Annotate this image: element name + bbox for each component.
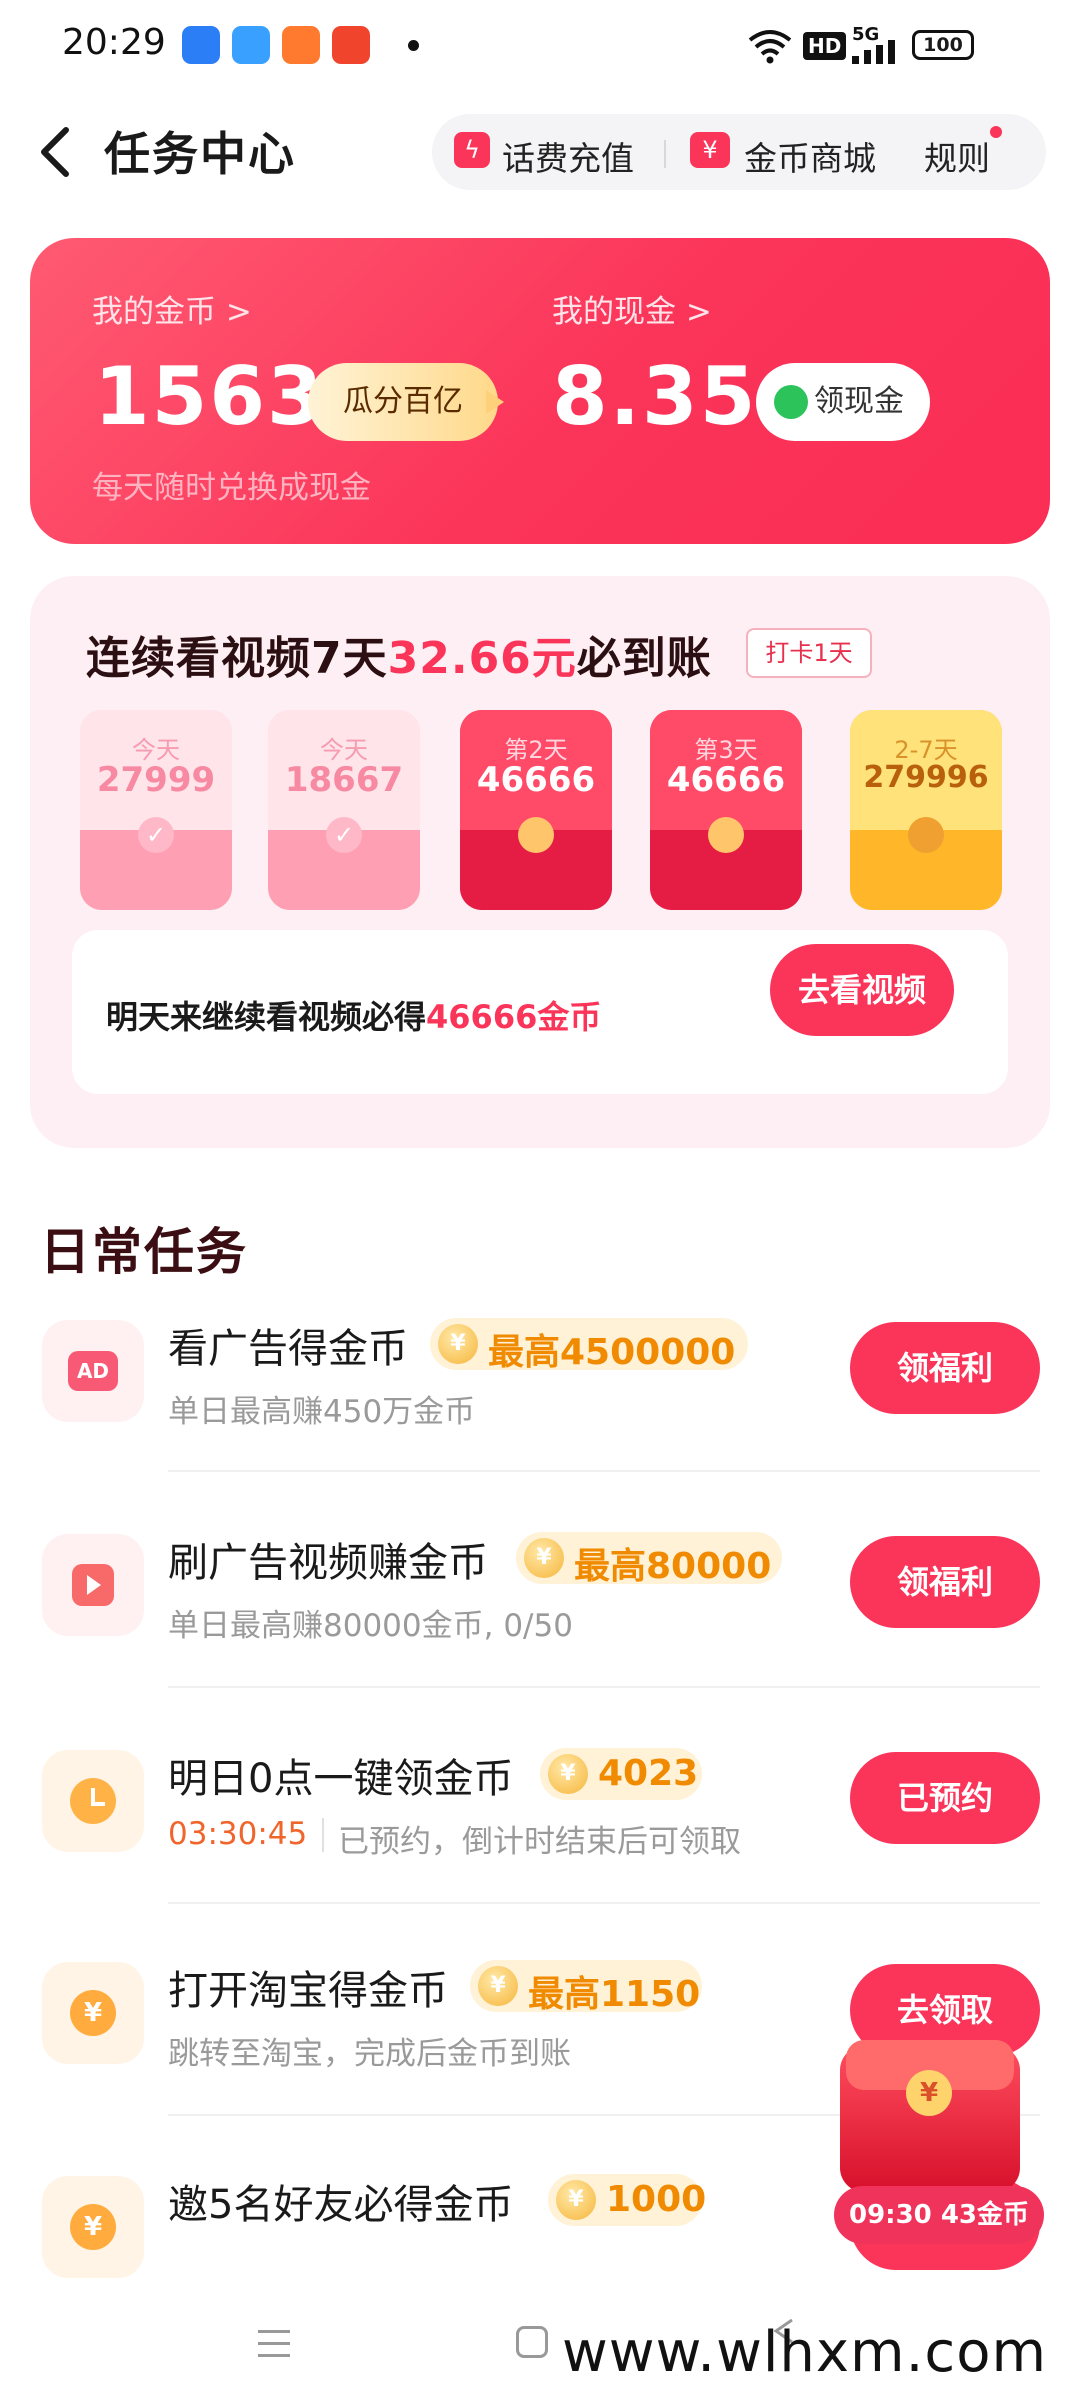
divider <box>168 1686 1040 1688</box>
coin-icon: ¥ <box>524 1538 564 1578</box>
reward-badge: ¥ 最高4500000 <box>430 1318 748 1373</box>
envelope-value: 46666 <box>666 760 786 800</box>
wifi-icon <box>748 30 792 64</box>
streak-title: 连续看视频7天32.66元必到账 <box>86 622 712 686</box>
reward-value: 1000 <box>606 2179 707 2220</box>
coin-icon: ¥ <box>478 1966 518 2006</box>
task-desc: 跳转至淘宝，完成后金币到账 <box>168 2036 571 2072</box>
divider <box>664 140 666 168</box>
ad-icon: AD <box>42 1320 144 1422</box>
withdraw-cash-label: 领现金 <box>814 384 904 419</box>
cash-value: 8.35 <box>552 350 758 443</box>
streak-tip: 明天来继续看视频必得46666金币 <box>106 992 601 1038</box>
reward-value: 4023 <box>598 1753 699 1794</box>
notification-dot-icon <box>408 40 419 51</box>
home-icon[interactable] <box>516 2326 548 2358</box>
coin-mall-link[interactable]: 金币商城 <box>744 132 876 180</box>
lock-icon <box>908 817 944 853</box>
daily-tasks-title: 日常任务 <box>40 1223 248 1281</box>
watermark: www.wlhxm.com <box>562 2320 1048 2385</box>
hd-badge: HD <box>803 32 847 60</box>
invite-icon: ¥ <box>42 2176 144 2278</box>
streak-title-prefix: 连续看视频7天 <box>86 633 388 684</box>
watch-video-button[interactable]: 去看视频 <box>770 944 954 1036</box>
envelope-value: 279996 <box>863 760 989 795</box>
battery-icon: 100 <box>912 30 974 60</box>
streak-title-amount: 32.66元 <box>387 633 577 684</box>
coin-icon: ¥ <box>438 1324 478 1364</box>
streak-tip-highlight: 46666金币 <box>426 998 602 1036</box>
rules-notification-dot <box>990 126 1002 138</box>
treasure-coin-icon: ¥ <box>906 2070 952 2116</box>
game-app-icon <box>282 26 320 64</box>
reward-value: 最高1150 <box>528 1974 701 2015</box>
divider <box>168 1902 1040 1904</box>
task-desc: 单日最高赚80000金币, 0/50 <box>168 1608 573 1644</box>
streak-tip-prefix: 明天来继续看视频必得 <box>106 998 427 1036</box>
rules-link[interactable]: 规则 <box>924 132 990 180</box>
page-title: 任务中心 <box>104 127 296 181</box>
reward-value: 最高80000 <box>574 1546 772 1587</box>
reward-value: 最高4500000 <box>488 1332 736 1373</box>
envelope-day-1[interactable]: 今天 27999 ✓ <box>80 710 232 910</box>
divider <box>322 1818 324 1852</box>
treasure-timer-label[interactable]: 09:30 43金币 <box>834 2186 1044 2244</box>
envelope-value: 27999 <box>96 760 216 800</box>
recharge-link[interactable]: 话费充值 <box>502 132 634 180</box>
my-coins-link[interactable]: 我的金币 > <box>92 286 252 331</box>
message-app-icon <box>182 26 220 64</box>
task-title: 邀5名好友必得金币 <box>168 2182 514 2228</box>
task-title: 刷广告视频赚金币 <box>168 1540 488 1586</box>
menu-icon[interactable] <box>256 2326 292 2362</box>
reward-badge: ¥ 最高1150 <box>470 1960 702 2015</box>
reserved-button[interactable]: 已预约 <box>850 1752 1040 1844</box>
yuan-tag-icon: ¥ <box>690 132 730 168</box>
back-arrow-icon[interactable] <box>36 122 76 182</box>
split-bonus-button[interactable]: 瓜分百亿 <box>308 363 498 441</box>
wechat-icon <box>774 385 808 419</box>
countdown-timer: 03:30:45 <box>168 1816 308 1852</box>
bubble-tail-icon <box>486 390 504 414</box>
envelope-day-3[interactable]: 第3天 46666 <box>650 710 802 910</box>
feather-app-icon <box>232 26 270 64</box>
status-bar: 20:29 HD 5G 100 <box>0 0 1080 90</box>
status-time: 20:29 <box>62 22 166 63</box>
coins-value: 1563 <box>94 350 325 443</box>
lightning-icon: ϟ <box>454 132 490 168</box>
check-icon: ✓ <box>326 817 362 853</box>
envelope-value: 46666 <box>476 760 596 800</box>
envelope-day-2[interactable]: 第2天 46666 <box>460 710 612 910</box>
clock-icon <box>42 1750 144 1852</box>
wallet-subtitle: 每天随时兑换成现金 <box>92 470 371 506</box>
taobao-icon: ¥ <box>42 1962 144 2064</box>
task-title: 看广告得金币 <box>168 1326 408 1372</box>
my-cash-link[interactable]: 我的现金 > <box>552 286 712 331</box>
reward-badge: ¥ 最高80000 <box>516 1532 782 1587</box>
reward-badge: ¥ 1000 <box>548 2174 706 2226</box>
coin-icon: ¥ <box>548 1754 588 1794</box>
lock-icon <box>518 817 554 853</box>
check-icon: ✓ <box>138 817 174 853</box>
battery-level: 100 <box>923 34 963 56</box>
video-icon <box>42 1534 144 1636</box>
task-desc: 已预约，倒计时结束后可领取 <box>338 1824 741 1860</box>
coin-icon: ¥ <box>556 2180 596 2220</box>
reward-badge: ¥ 4023 <box>540 1748 702 1800</box>
envelope-day-2-7[interactable]: 2-7天 279996 <box>850 710 1002 910</box>
task-title: 打开淘宝得金币 <box>168 1968 448 2014</box>
divider <box>168 1470 1040 1472</box>
envelope-day-1b[interactable]: 今天 18667 ✓ <box>268 710 420 910</box>
task-title: 明日0点一键领金币 <box>168 1756 514 1802</box>
checkin-tag: 打卡1天 <box>746 628 872 678</box>
streak-title-suffix: 必到账 <box>576 633 712 684</box>
task-desc: 单日最高赚450万金币 <box>168 1394 476 1430</box>
withdraw-cash-button[interactable]: 领现金 <box>756 363 930 441</box>
claim-benefit-button[interactable]: 领福利 <box>850 1536 1040 1628</box>
envelope-value: 18667 <box>284 760 404 800</box>
signal-icon <box>852 40 895 64</box>
video-app-icon <box>332 26 370 64</box>
claim-benefit-button[interactable]: 领福利 <box>850 1322 1040 1414</box>
lock-icon <box>708 817 744 853</box>
